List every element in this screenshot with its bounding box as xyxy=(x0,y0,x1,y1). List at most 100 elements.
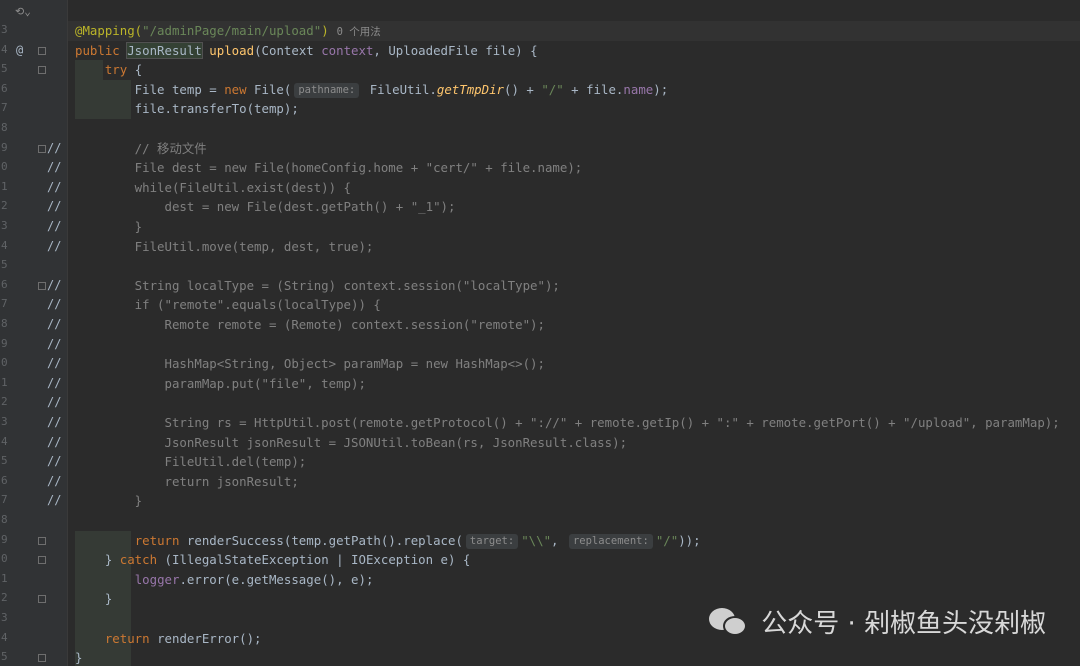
comment-marker: // xyxy=(47,395,62,410)
line-number: 5 xyxy=(1,62,8,76)
line-number: 3 xyxy=(1,415,8,428)
code-editor[interactable]: ⟲⌄ 3 4 @5 6 7 8 9 // 0 // 1 // 2 // 3 // 4 // 5 6 // 7 // 8 // 9 /… xyxy=(0,0,1080,666)
code-token: } xyxy=(75,650,83,666)
code-line[interactable]: paramMap.put("file", temp); xyxy=(68,374,1080,394)
code-line[interactable]: JsonResult jsonResult = JSONUtil.toBean(… xyxy=(68,433,1080,453)
line-number: 1 xyxy=(1,375,8,389)
code-text: dest = new File(dest.getPath() + "_1"); xyxy=(75,197,456,217)
code-token: FileUtil.move(temp, dest, true); xyxy=(75,238,374,254)
code-line[interactable]: return jsonResult; xyxy=(68,472,1080,492)
code-line[interactable]: String localType = (String) context.sess… xyxy=(68,276,1080,296)
code-line[interactable] xyxy=(68,511,1080,531)
fold-toggle-icon[interactable] xyxy=(38,281,46,290)
code-text: } xyxy=(75,648,82,666)
code-token: getTmpDir xyxy=(436,81,505,97)
code-text: @Mapping("/adminPage/main/upload") 0 个用法 xyxy=(75,21,381,43)
code-line[interactable]: if ("remote".equals(localType)) { xyxy=(68,295,1080,315)
code-line[interactable]: } xyxy=(68,217,1080,237)
line-number: 7 xyxy=(1,297,8,311)
code-line[interactable]: return renderSuccess(temp.getPath().repl… xyxy=(68,531,1080,551)
line-number: 8 xyxy=(1,121,8,134)
code-token: ) xyxy=(321,23,329,38)
code-text: } xyxy=(75,217,142,237)
code-line[interactable]: FileUtil.del(temp); xyxy=(68,452,1080,472)
code-line[interactable]: } xyxy=(68,648,1080,666)
code-line[interactable]: Remote remote = (Remote) context.session… xyxy=(68,315,1080,335)
code-token: new xyxy=(224,81,255,97)
code-token: .error(e.getMessage(), e); xyxy=(179,571,374,587)
code-line[interactable]: File dest = new File(homeConfig.home + "… xyxy=(68,158,1080,178)
code-token: file.transferTo(temp); xyxy=(75,101,299,117)
inlay-settings-icon[interactable]: ⟲⌄ xyxy=(15,5,31,18)
line-number: 0 xyxy=(1,552,8,566)
code-text: logger.error(e.getMessage(), e); xyxy=(75,570,374,590)
implementation-marker-icon[interactable]: @ xyxy=(16,43,23,57)
comment-marker: // xyxy=(47,160,62,175)
code-area[interactable]: @Mapping("/adminPage/main/upload") 0 个用法 p… xyxy=(68,0,1080,666)
code-line[interactable]: dest = new File(dest.getPath() + "_1"); xyxy=(68,197,1080,217)
code-line[interactable] xyxy=(68,393,1080,413)
fold-toggle-icon[interactable] xyxy=(38,144,46,153)
code-line[interactable]: FileUtil.move(temp, dest, true); xyxy=(68,237,1080,257)
comment-marker: // xyxy=(47,317,62,331)
code-line[interactable]: } xyxy=(68,491,1080,511)
code-line[interactable]: logger.error(e.getMessage(), e); xyxy=(68,570,1080,590)
code-token: return jsonResult; xyxy=(75,473,299,489)
code-token: return xyxy=(104,630,158,646)
code-line[interactable]: File temp = new File(pathname: FileUtil.… xyxy=(68,80,1080,100)
comment-marker: // xyxy=(47,179,62,194)
code-line[interactable]: @Mapping("/adminPage/main/upload") 0 个用法 xyxy=(68,21,1080,41)
comment-marker: // xyxy=(47,415,62,429)
code-line[interactable]: HashMap<String, Object> paramMap = new H… xyxy=(68,354,1080,374)
code-token: { xyxy=(127,62,143,78)
editor-gutter[interactable]: ⟲⌄ 3 4 @5 6 7 8 9 // 0 // 1 // 2 // 3 // 4 // 5 6 // 7 // 8 // 9 /… xyxy=(0,0,68,666)
code-token: (IllegalStateException | IOException e) … xyxy=(157,552,471,568)
fold-toggle-icon[interactable] xyxy=(38,654,46,663)
comment-marker: // xyxy=(47,238,62,253)
code-line[interactable] xyxy=(68,256,1080,276)
line-number: 4 xyxy=(1,630,8,644)
line-number: 2 xyxy=(1,395,8,409)
code-token: , xyxy=(551,532,566,548)
code-token: String localType = (String) context.sess… xyxy=(75,277,560,293)
line-number: 2 xyxy=(1,199,8,213)
line-number: 7 xyxy=(1,493,8,507)
code-text: String rs = HttpUtil.post(remote.getProt… xyxy=(75,413,1060,433)
comment-marker: // xyxy=(47,454,62,469)
parameter-hint: target: xyxy=(465,533,519,549)
fold-toggle-icon[interactable] xyxy=(38,46,46,55)
code-token: "/" xyxy=(655,532,679,548)
comment-marker: // xyxy=(47,356,62,371)
code-token: File temp = xyxy=(75,81,225,97)
code-line[interactable]: public JsonResult upload(Context context… xyxy=(68,41,1080,61)
code-token: } xyxy=(75,591,113,607)
code-token: upload xyxy=(209,42,255,58)
fold-toggle-icon[interactable] xyxy=(38,595,46,604)
fold-toggle-icon[interactable] xyxy=(38,66,46,75)
code-token: while(FileUtil.exist(dest)) { xyxy=(75,179,352,195)
code-line[interactable]: // 移动文件 xyxy=(68,139,1080,159)
parameter-hint: pathname: xyxy=(294,82,360,98)
usage-count[interactable]: 0 个用法 xyxy=(337,26,381,38)
code-line[interactable]: file.transferTo(temp); xyxy=(68,99,1080,119)
code-line[interactable] xyxy=(68,335,1080,355)
line-number: 6 xyxy=(1,277,8,291)
code-text: while(FileUtil.exist(dest)) { xyxy=(75,178,351,198)
wechat-icon xyxy=(709,606,749,638)
line-number: 5 xyxy=(1,650,8,664)
line-number: 6 xyxy=(1,473,8,487)
code-text: JsonResult jsonResult = JSONUtil.toBean(… xyxy=(75,433,628,453)
code-line[interactable]: try { xyxy=(68,60,1080,80)
code-token: context xyxy=(321,42,374,58)
comment-marker: // xyxy=(47,493,62,508)
fold-toggle-icon[interactable] xyxy=(38,556,46,565)
fold-toggle-icon[interactable] xyxy=(38,536,46,545)
code-text: file.transferTo(temp); xyxy=(75,99,299,119)
code-line[interactable] xyxy=(68,119,1080,139)
code-line[interactable]: } catch (IllegalStateException | IOExcep… xyxy=(68,550,1080,570)
code-line[interactable]: while(FileUtil.exist(dest)) { xyxy=(68,178,1080,198)
code-line[interactable]: String rs = HttpUtil.post(remote.getProt… xyxy=(68,413,1080,433)
